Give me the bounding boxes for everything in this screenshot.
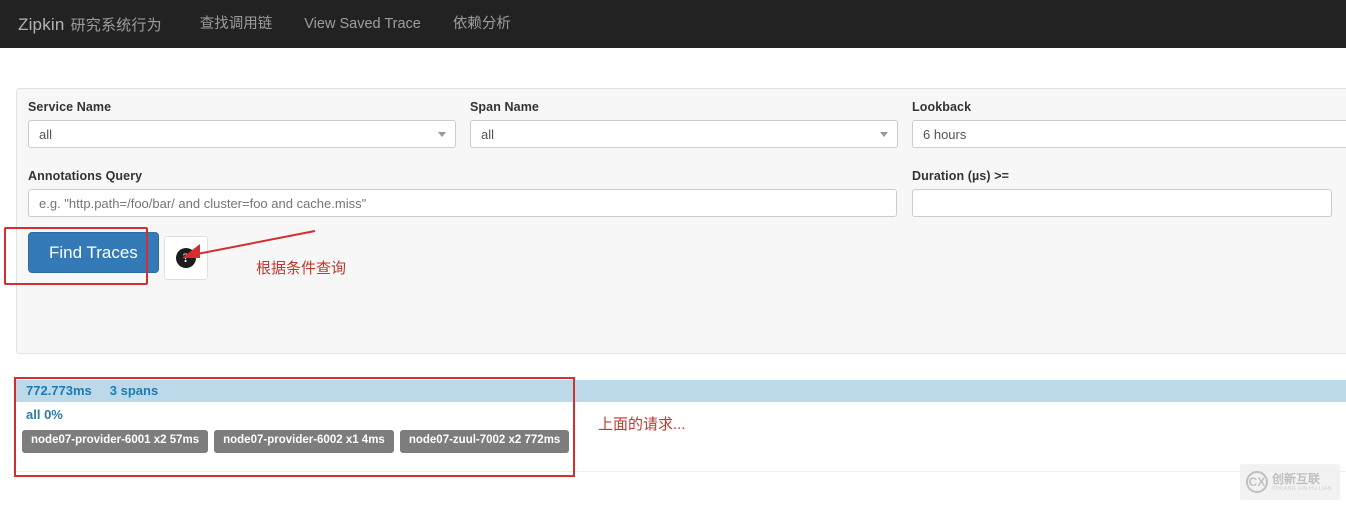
annotations-query-group: Annotations Query (28, 169, 897, 217)
span-name-group: Span Name all (470, 100, 898, 148)
nav-dependencies[interactable]: 依赖分析 (437, 0, 527, 48)
find-traces-row: Find Traces (28, 232, 159, 273)
service-name-select[interactable]: all (28, 120, 456, 148)
search-panel: Service Name all Span Name all Lookback … (16, 88, 1346, 436)
chevron-down-icon (880, 132, 888, 137)
watermark-pinyin: CHUANG XIN HU LIAN (1272, 485, 1332, 492)
trace-service-badge[interactable]: node07-provider-6001 x2 57ms (22, 430, 209, 453)
chevron-down-icon (438, 132, 446, 137)
trace-span-count: 3 spans (109, 383, 159, 398)
service-name-label: Service Name (28, 100, 112, 114)
span-name-value: all (481, 126, 495, 142)
brand-subtitle: 研究系统行为 (70, 16, 162, 34)
trace-duration-bar (16, 380, 1346, 402)
trace-service-badge[interactable]: node07-provider-6002 x1 4ms (214, 430, 394, 453)
question-mark-icon[interactable]: ? (176, 248, 196, 268)
span-name-select[interactable]: all (470, 120, 898, 148)
service-name-value: all (39, 126, 53, 142)
trace-duration: 772.773ms (26, 383, 92, 398)
find-traces-button[interactable]: Find Traces (28, 232, 159, 273)
nav-links: 查找调用链 View Saved Trace 依赖分析 (184, 0, 527, 48)
duration-label: Duration (µs) >= (912, 169, 1010, 183)
nav-find-traces[interactable]: 查找调用链 (184, 0, 289, 48)
brand[interactable]: Zipkin 研究系统行为 (0, 14, 162, 35)
trace-percent: all 0% (26, 407, 63, 422)
trace-service-badges: node07-provider-6001 x2 57ms node07-prov… (22, 430, 570, 453)
watermark: CX 创新互联 CHUANG XIN HU LIAN (1240, 464, 1340, 500)
lookback-label: Lookback (912, 100, 972, 114)
trace-duration-header: 772.773ms 3 spans (26, 383, 158, 398)
watermark-chinese: 创新互联 (1272, 471, 1321, 486)
watermark-text: 创新互联 CHUANG XIN HU LIAN (1272, 473, 1332, 492)
duration-group: Duration (µs) >= (912, 169, 1332, 217)
help-button[interactable]: ? (164, 236, 208, 280)
annotations-query-label: Annotations Query (28, 169, 143, 183)
service-name-group: Service Name all (28, 100, 456, 148)
duration-input[interactable] (912, 189, 1332, 217)
trace-service-badge[interactable]: node07-zuul-7002 x2 772ms (399, 430, 570, 453)
brand-name: Zipkin (18, 14, 65, 34)
navbar: Zipkin 研究系统行为 查找调用链 View Saved Trace 依赖分析 (0, 0, 1346, 48)
watermark-logo-icon: CX (1246, 471, 1268, 493)
lookback-value: 6 hours (923, 126, 967, 142)
annotation-find-note: 根据条件查询 (256, 260, 347, 277)
annotations-query-input[interactable] (28, 189, 897, 217)
nav-view-saved-trace[interactable]: View Saved Trace (288, 0, 437, 48)
lookback-select[interactable]: 6 hours (912, 120, 1346, 148)
annotation-trace-note: 上面的请求... (598, 416, 686, 433)
span-name-label: Span Name (470, 100, 539, 114)
lookback-group: Lookback 6 hours (912, 100, 1346, 148)
zipkin-page: Zipkin 研究系统行为 查找调用链 View Saved Trace 依赖分析… (0, 0, 1346, 508)
